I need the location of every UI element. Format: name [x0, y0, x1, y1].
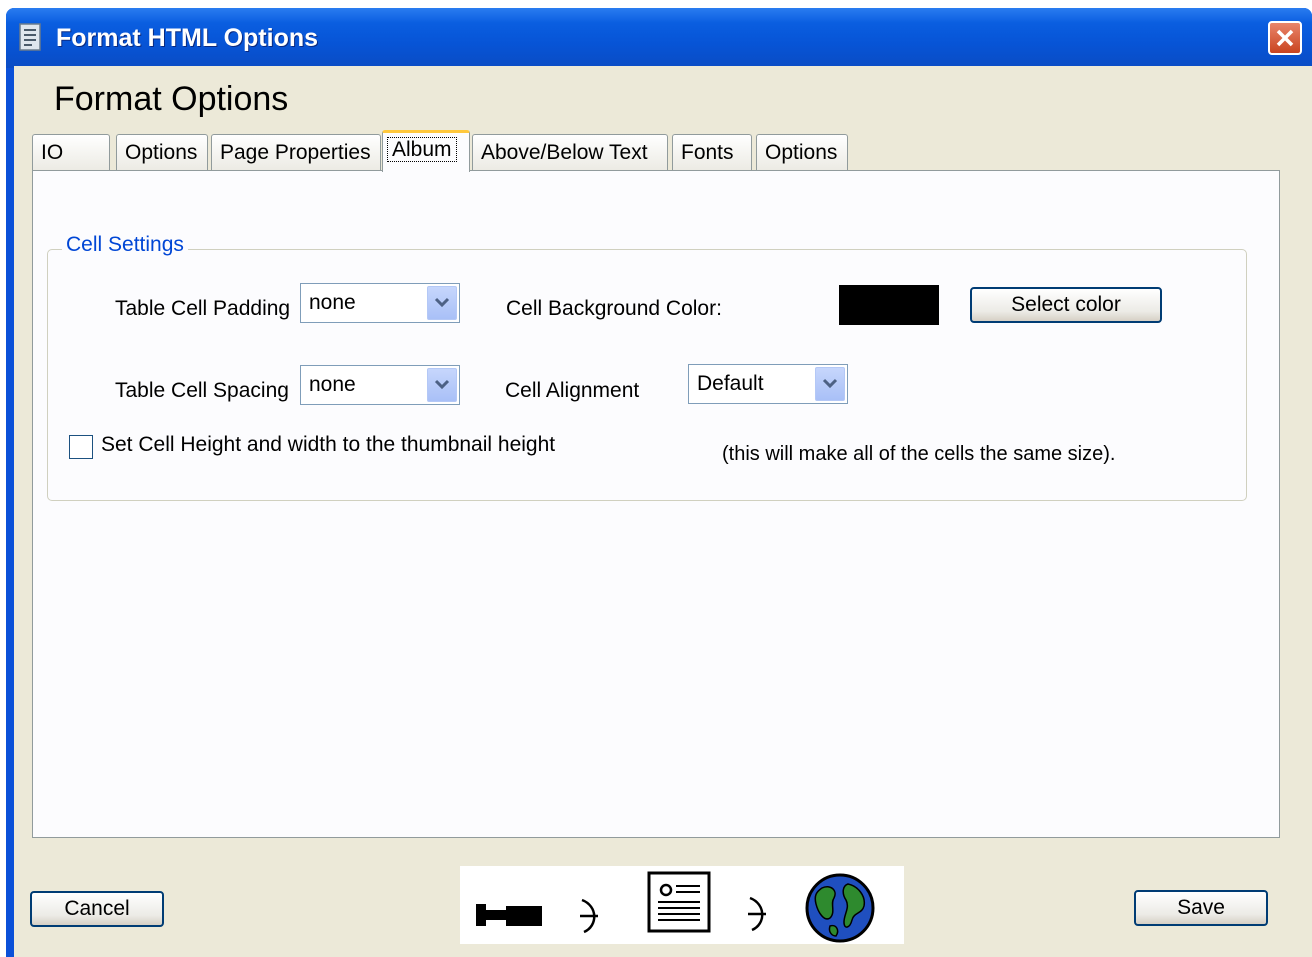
tab-label: Page Properties — [220, 141, 371, 164]
save-button[interactable]: Save — [1134, 890, 1268, 926]
tab-album[interactable]: Album — [382, 130, 470, 172]
camera-icon — [476, 904, 542, 926]
select-color-button[interactable]: Select color — [970, 287, 1162, 323]
page-title: Format Options — [54, 80, 289, 118]
cancel-button[interactable]: Cancel — [30, 891, 164, 927]
cell-alignment-select[interactable]: Default — [688, 364, 848, 404]
dropdown-button[interactable] — [427, 368, 457, 402]
table-cell-spacing-label: Table Cell Spacing — [115, 379, 289, 402]
cell-settings-legend: Cell Settings — [62, 233, 188, 257]
tab-page-properties[interactable]: Page Properties — [211, 134, 381, 170]
cell-background-color-label: Cell Background Color: — [506, 297, 722, 320]
table-cell-padding-select[interactable]: none — [300, 283, 460, 323]
thumbnail-size-checkbox[interactable] — [69, 435, 93, 459]
arrow-icon — [580, 898, 598, 934]
table-cell-spacing-select[interactable]: none — [300, 365, 460, 405]
window-title: Format HTML Options — [56, 24, 319, 52]
tab-label: Fonts — [681, 141, 734, 164]
table-cell-spacing-value: none — [309, 373, 356, 396]
globe-icon — [805, 873, 875, 943]
document-icon — [647, 871, 711, 933]
tab-label: Options — [125, 141, 198, 164]
table-cell-padding-label: Table Cell Padding — [115, 297, 291, 320]
thumbnail-size-checkbox-label[interactable]: Set Cell Height and width to the thumbna… — [101, 433, 555, 457]
tab-label: IO — [41, 141, 64, 164]
cell-background-color-swatch — [839, 285, 939, 325]
chevron-down-icon — [434, 297, 450, 308]
tab-label: Album — [387, 137, 457, 162]
cell-alignment-label: Cell Alignment — [505, 379, 640, 402]
same-size-note: (this will make all of the cells the sam… — [722, 443, 1116, 465]
tab-io[interactable]: IO — [32, 134, 110, 170]
chevron-down-icon — [822, 378, 838, 389]
tab-fonts[interactable]: Fonts — [672, 134, 752, 170]
table-cell-padding-value: none — [309, 291, 356, 314]
album-tab-panel: Cell Settings Table Cell Padding none Ta… — [32, 170, 1280, 838]
dropdown-button[interactable] — [427, 286, 457, 320]
dropdown-button[interactable] — [815, 367, 845, 401]
tab-label: Above/Below Text — [481, 141, 648, 164]
tab-above-below-text[interactable]: Above/Below Text — [472, 134, 668, 170]
close-button[interactable] — [1268, 21, 1302, 55]
title-bar[interactable]: Format HTML Options — [6, 8, 1312, 68]
publish-icon-strip — [460, 866, 904, 944]
dialog-client: Format Options IO Options Page Propertie… — [14, 66, 1312, 957]
tab-options-2[interactable]: Options — [756, 134, 848, 170]
cell-alignment-value: Default — [697, 372, 764, 395]
tab-options[interactable]: Options — [116, 134, 208, 170]
app-icon — [19, 23, 41, 51]
tab-label: Options — [765, 141, 838, 164]
close-icon — [1276, 29, 1294, 47]
dialog-window: Format HTML Options Format Options IO Op… — [6, 8, 1312, 957]
arrow-icon — [748, 896, 766, 932]
chevron-down-icon — [434, 379, 450, 390]
